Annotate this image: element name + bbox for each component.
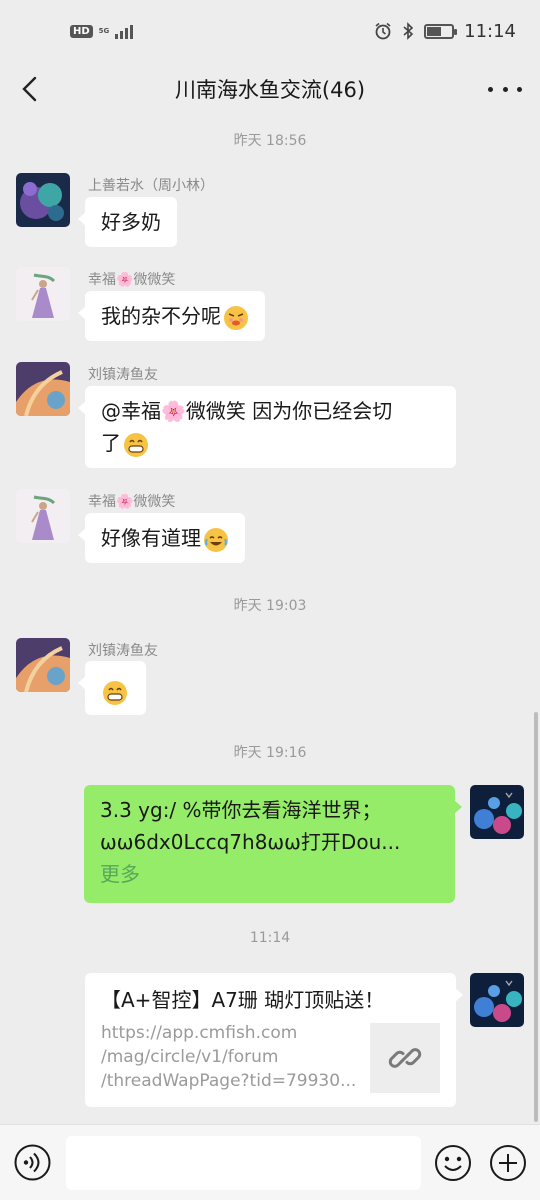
link-icon [388, 1048, 422, 1068]
chat-header: 川南海水鱼交流(46) [0, 62, 540, 116]
bluetooth-icon [403, 22, 414, 40]
signal-icon [115, 23, 134, 39]
sender-name: 上善若水（周小林） [88, 178, 214, 194]
timestamp: 昨天 19:16 [233, 745, 307, 761]
sender-name: 刘镇涛鱼友 [88, 367, 158, 383]
sender-name: 幸福🌸微微笑 [88, 272, 176, 288]
avatar[interactable] [16, 489, 70, 543]
link-card-title: 【A+智控】A7珊 瑚灯顶贴送！ [101, 988, 385, 1012]
voice-icon[interactable] [14, 1144, 51, 1181]
message-bubble[interactable] [78, 661, 146, 715]
grin-emoji-icon [103, 680, 127, 705]
message-bubble[interactable]: 好像有道理 [78, 513, 245, 563]
link-thumbnail [370, 1023, 440, 1093]
network-type: 5G [98, 27, 110, 35]
page-title: 川南海水鱼交流(46) [174, 78, 366, 102]
status-time: 11:14 [464, 20, 516, 42]
alarm-icon [375, 22, 391, 40]
sender-name: 刘镇涛鱼友 [88, 643, 158, 659]
avatar[interactable] [16, 638, 70, 692]
status-bar: HD 5G 11:14 [0, 0, 540, 62]
hd-badge: HD [70, 24, 93, 38]
timestamp: 昨天 18:56 [233, 133, 307, 149]
my-avatar[interactable] [470, 785, 524, 839]
avatar[interactable] [16, 362, 70, 416]
timestamp: 11:14 [249, 930, 291, 946]
link-card-url: https://app.cmfish.com /mag/circle/v1/fo… [101, 1023, 357, 1091]
link-card[interactable]: 【A+智控】A7珊 瑚灯顶贴送！ https://app.cmfish.com … [85, 973, 463, 1107]
more-link[interactable]: 更多 [100, 858, 439, 890]
avatar[interactable] [16, 267, 70, 321]
battery-icon [424, 23, 458, 39]
back-arrow-icon[interactable] [14, 72, 48, 106]
message-bubble[interactable]: 好多奶 [78, 197, 177, 247]
laugh-cry-emoji-icon [204, 527, 228, 552]
scrollbar[interactable] [534, 712, 538, 1122]
message-input[interactable] [66, 1136, 421, 1190]
grin-emoji-icon [124, 432, 148, 457]
emoji-icon[interactable] [434, 1144, 472, 1182]
timestamp: 昨天 19:03 [233, 598, 307, 614]
my-avatar[interactable] [470, 973, 524, 1027]
more-dots-icon[interactable] [488, 74, 522, 104]
angry-emoji-icon [224, 305, 248, 330]
message-bubble[interactable]: 我的杂不分呢 [78, 291, 265, 341]
message-bubble[interactable]: @幸福🌸微微笑 因为你已经会切了 [78, 386, 456, 468]
plus-icon[interactable] [489, 1144, 527, 1182]
input-bar [0, 1124, 540, 1200]
my-message-bubble[interactable]: 3.3 yg:/ %带你去看海洋世界； ωω6dx0Lccq7h8ωω打开Dou… [84, 785, 462, 903]
avatar[interactable] [16, 173, 70, 227]
message-list[interactable]: 昨天 18:56 上善若水（周小林） 好多奶 幸福🌸微微笑 我的杂不分呢 刘镇涛… [0, 116, 540, 1124]
sender-name: 幸福🌸微微笑 [88, 494, 176, 510]
